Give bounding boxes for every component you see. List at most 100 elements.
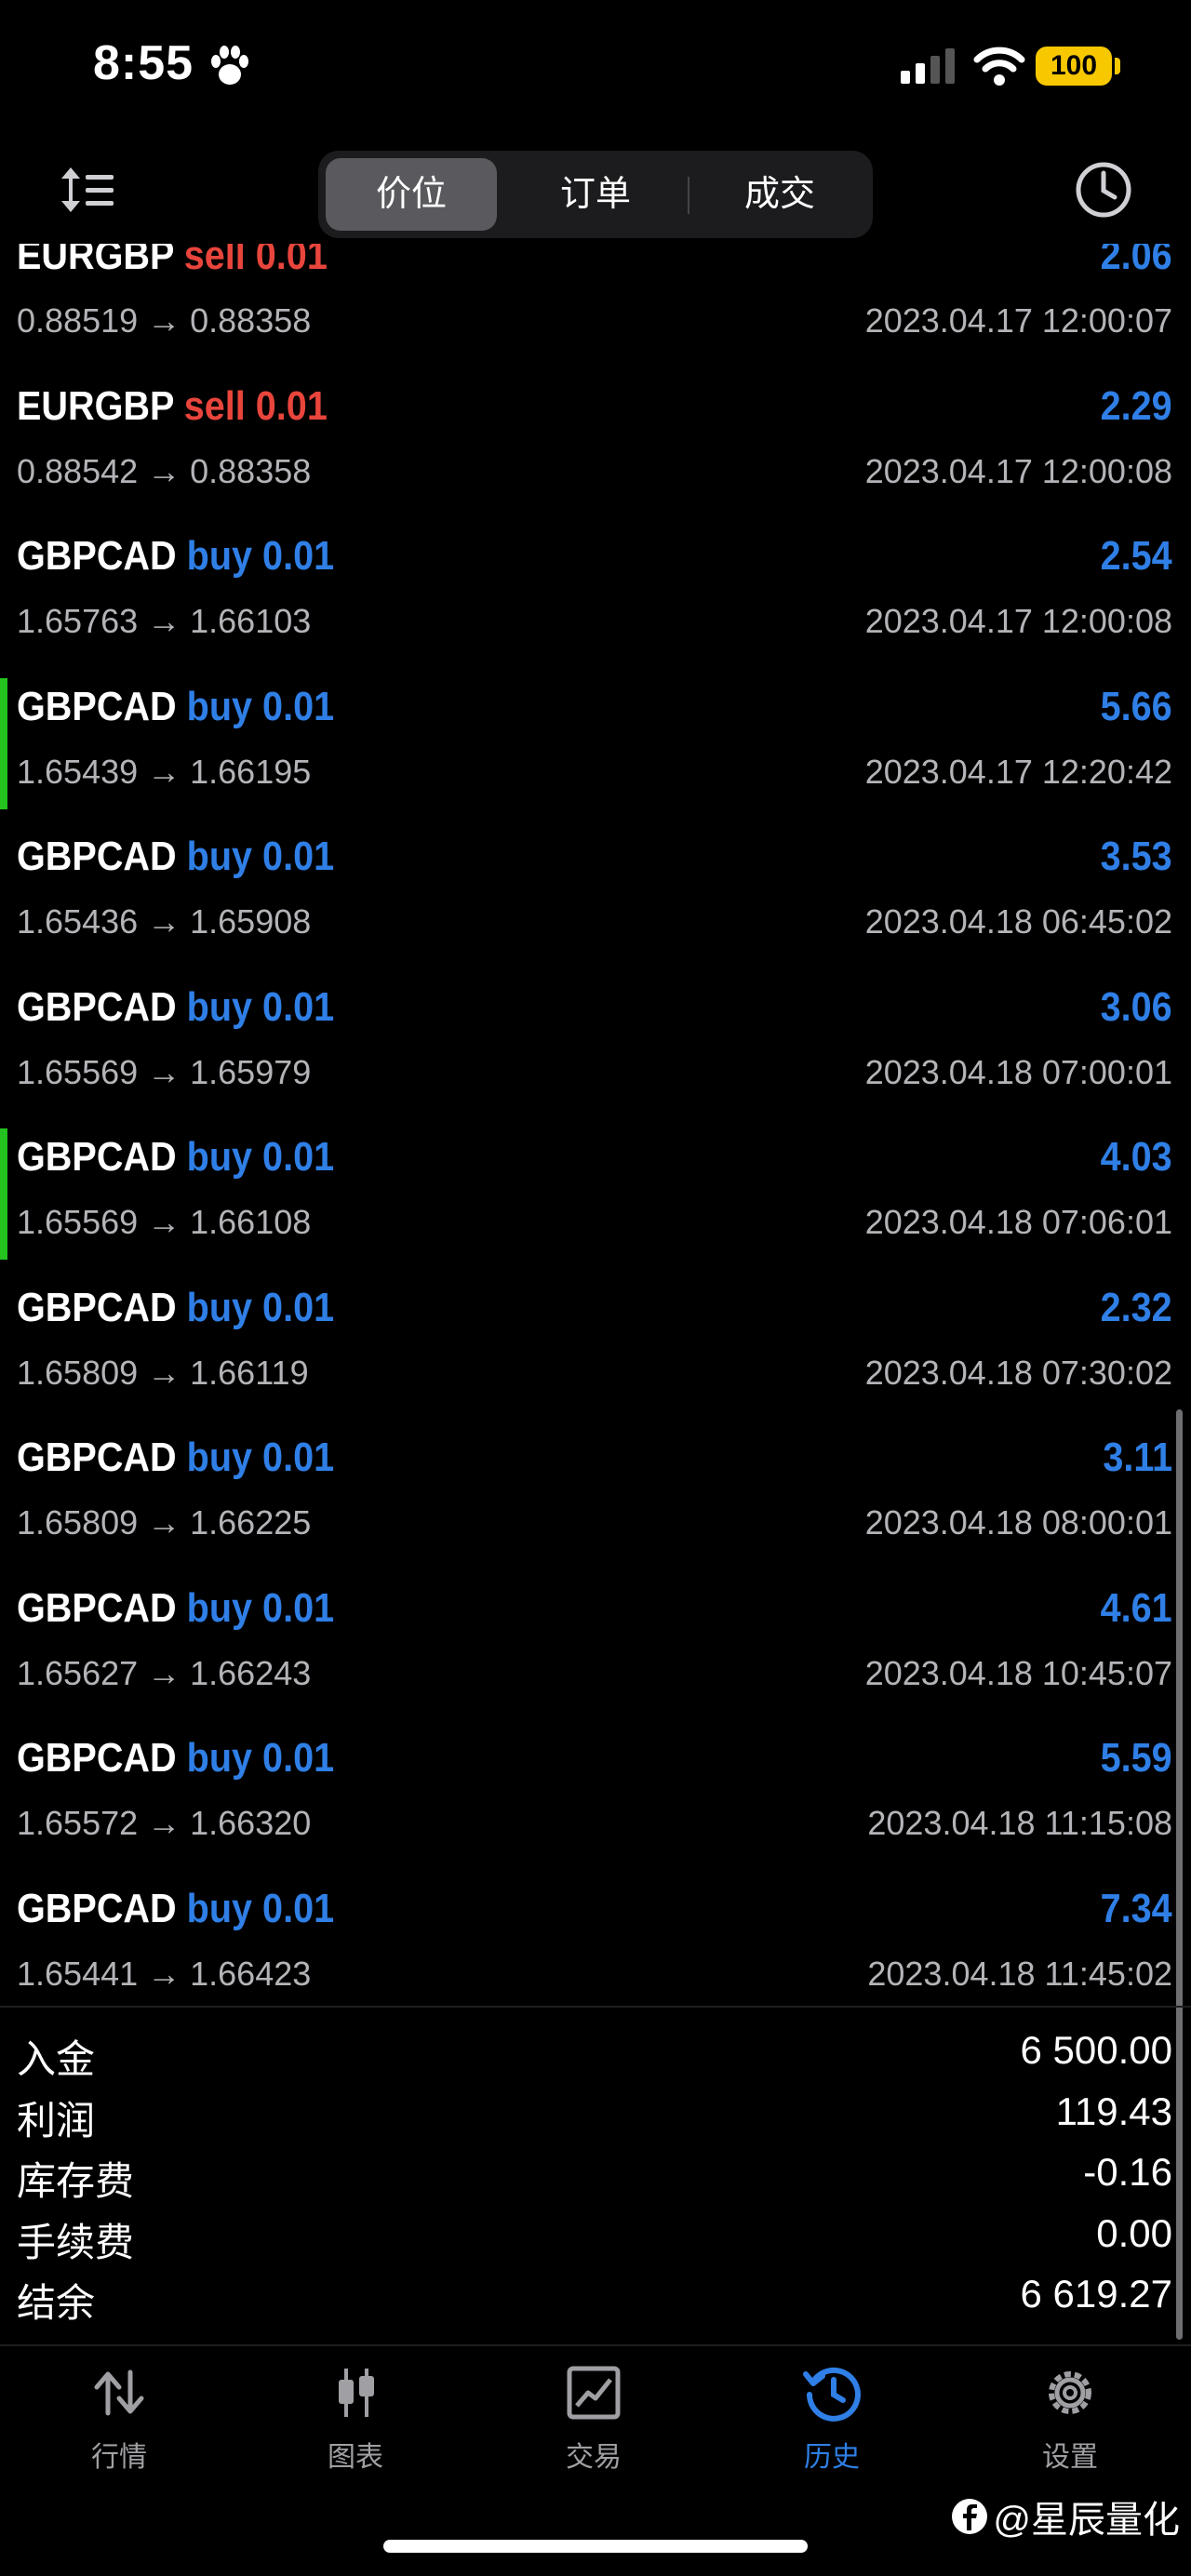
tab-label: 交易 <box>566 2442 622 2473</box>
summary-divider <box>0 2006 1191 2008</box>
summary-value: 6 619.27 <box>1020 2272 1173 2316</box>
deal-volume: 0.01 <box>262 1584 335 1631</box>
candlestick-chart-icon <box>339 2369 374 2417</box>
deal-title: GBPCAD buy 0.01 <box>17 533 334 580</box>
deal-prices: 1.65809 → 1.66225 <box>17 1503 312 1542</box>
summary-balance: 结余 6 619.27 <box>0 2266 1191 2328</box>
deal-time: 2023.04.18 11:45:02 <box>867 1954 1172 1993</box>
deal-title: GBPCAD buy 0.01 <box>17 1735 334 1782</box>
deal-prices: 1.65569 → 1.66108 <box>17 1203 312 1241</box>
cellular-signal-icon <box>901 48 955 84</box>
deal-volume: 0.01 <box>262 834 335 879</box>
deal-prices: 1.65441 → 1.66423 <box>17 1954 312 1993</box>
deal-row[interactable]: GBPCAD buy 0.01 5.59 1.65572 → 1.66320 2… <box>0 1720 1191 1871</box>
deal-profit: 7.34 <box>1100 1885 1172 1931</box>
tab-charts[interactable]: 图表 <box>262 2363 448 2475</box>
deal-symbol: GBPCAD <box>17 1584 177 1631</box>
summary-profit: 利润 119.43 <box>0 2084 1191 2145</box>
deal-row[interactable]: GBPCAD buy 0.01 2.54 1.65763 → 1.66103 2… <box>0 518 1191 669</box>
watermark-text: @星辰量化 <box>993 2500 1180 2541</box>
deal-profit: 4.03 <box>1100 1134 1172 1180</box>
deal-profit: 2.06 <box>1100 244 1172 278</box>
deal-side: buy <box>186 1134 253 1180</box>
deal-row[interactable]: GBPCAD buy 0.01 3.53 1.65436 → 1.65908 2… <box>0 819 1191 969</box>
deal-profit: 2.32 <box>1100 1284 1172 1330</box>
summary-label: 入金 <box>17 2037 96 2081</box>
deal-title: GBPCAD buy 0.01 <box>17 1134 334 1181</box>
summary-value: 6 500.00 <box>1020 2028 1173 2072</box>
deal-row[interactable]: EURGBP sell 0.01 2.29 0.88542 → 0.88358 … <box>0 368 1191 519</box>
view-segmented-control: 价位 订单 成交 <box>318 151 873 238</box>
deal-profit: 5.59 <box>1100 1735 1172 1781</box>
deal-symbol: GBPCAD <box>17 983 177 1030</box>
deal-time: 2023.04.18 06:45:02 <box>864 902 1172 941</box>
deal-side: buy <box>186 1885 253 1931</box>
deal-row[interactable]: GBPCAD buy 0.01 3.11 1.65809 → 1.66225 2… <box>0 1420 1191 1570</box>
deal-title: GBPCAD buy 0.01 <box>17 834 334 880</box>
deal-row[interactable]: EURGBP sell 0.01 2.06 0.88519 → 0.88358 … <box>0 244 1191 368</box>
deal-symbol: GBPCAD <box>17 1134 177 1180</box>
tab-history[interactable]: 历史 <box>739 2363 925 2475</box>
deal-symbol: GBPCAD <box>17 1885 177 1931</box>
top-bar: 价位 订单 成交 <box>0 140 1191 242</box>
row-marker <box>0 1128 7 1260</box>
deal-row[interactable]: GBPCAD buy 0.01 7.34 1.65441 → 1.66423 2… <box>0 1871 1191 2008</box>
deal-side: buy <box>186 1284 253 1330</box>
deal-row[interactable]: GBPCAD buy 0.01 4.03 1.65569 → 1.66108 2… <box>0 1119 1191 1270</box>
deal-row[interactable]: GBPCAD buy 0.01 3.06 1.65569 → 1.65979 2… <box>0 969 1191 1120</box>
facebook-icon <box>952 2499 988 2534</box>
bottom-tab-bar: 行情 图表 交易 历史 设置 <box>0 2346 1191 2504</box>
summary-label: 利润 <box>17 2098 96 2142</box>
deal-prices: 1.65569 → 1.65979 <box>17 1052 312 1091</box>
sort-icon[interactable] <box>58 160 117 220</box>
segment-orders[interactable]: 订单 <box>510 158 681 231</box>
tab-quotes[interactable]: 行情 <box>26 2363 212 2475</box>
tab-label: 设置 <box>1042 2442 1098 2473</box>
deal-symbol: EURGBP <box>17 244 174 278</box>
deal-row[interactable]: GBPCAD buy 0.01 2.32 1.65809 → 1.66119 2… <box>0 1270 1191 1421</box>
segment-price[interactable]: 价位 <box>326 158 497 231</box>
deal-volume: 0.01 <box>262 983 335 1030</box>
home-indicator[interactable] <box>383 2540 808 2553</box>
deal-row[interactable]: GBPCAD buy 0.01 4.61 1.65627 → 1.66243 2… <box>0 1570 1191 1721</box>
battery-nub <box>1115 58 1120 74</box>
paw-icon <box>211 46 248 85</box>
deal-time: 2023.04.18 08:00:01 <box>864 1503 1172 1542</box>
deal-prices: 0.88519 → 0.88358 <box>17 301 312 340</box>
deal-side: buy <box>186 533 253 579</box>
account-summary: 入金 6 500.00 利润 119.43 库存费 -0.16 手续费 0.00… <box>0 2022 1191 2328</box>
deal-volume: 0.01 <box>262 1735 335 1781</box>
deal-profit: 5.66 <box>1100 683 1172 729</box>
battery-indicator: 100 <box>1036 47 1112 86</box>
deal-title: GBPCAD buy 0.01 <box>17 1285 334 1331</box>
summary-label: 库存费 <box>17 2159 135 2203</box>
deal-side: buy <box>186 1735 253 1781</box>
deal-symbol: GBPCAD <box>17 1284 177 1330</box>
clock-icon[interactable] <box>1074 160 1133 220</box>
deal-volume: 0.01 <box>255 244 328 278</box>
tab-trade[interactable]: 交易 <box>501 2363 687 2475</box>
deal-time: 2023.04.17 12:00:07 <box>864 301 1172 340</box>
deal-title: GBPCAD buy 0.01 <box>17 984 334 1031</box>
deals-list[interactable]: EURGBP sell 0.01 2.06 0.88519 → 0.88358 … <box>0 244 1191 2007</box>
deal-time: 2023.04.18 07:30:02 <box>864 1353 1172 1392</box>
gear-icon <box>1049 2371 1091 2414</box>
deal-title: EURGBP sell 0.01 <box>17 383 328 430</box>
summary-commission: 手续费 0.00 <box>0 2206 1191 2267</box>
deal-profit: 4.61 <box>1100 1584 1172 1631</box>
summary-value: 0.00 <box>1096 2210 1172 2255</box>
trade-chart-icon <box>567 2366 621 2420</box>
deal-row[interactable]: GBPCAD buy 0.01 5.66 1.65439 → 1.66195 2… <box>0 669 1191 820</box>
deal-profit: 3.06 <box>1100 983 1172 1030</box>
deal-prices: 1.65436 → 1.65908 <box>17 902 312 941</box>
deal-side: buy <box>186 1584 253 1631</box>
deal-volume: 0.01 <box>262 1885 335 1931</box>
deal-volume: 0.01 <box>262 533 335 579</box>
segment-deals[interactable]: 成交 <box>694 158 865 231</box>
deal-title: GBPCAD buy 0.01 <box>17 1435 334 1481</box>
wifi-icon <box>973 47 1025 86</box>
tab-settings[interactable]: 设置 <box>977 2363 1163 2475</box>
deal-volume: 0.01 <box>262 1134 335 1180</box>
deal-time: 2023.04.18 07:06:01 <box>864 1203 1172 1241</box>
deal-title: GBPCAD buy 0.01 <box>17 1585 334 1632</box>
